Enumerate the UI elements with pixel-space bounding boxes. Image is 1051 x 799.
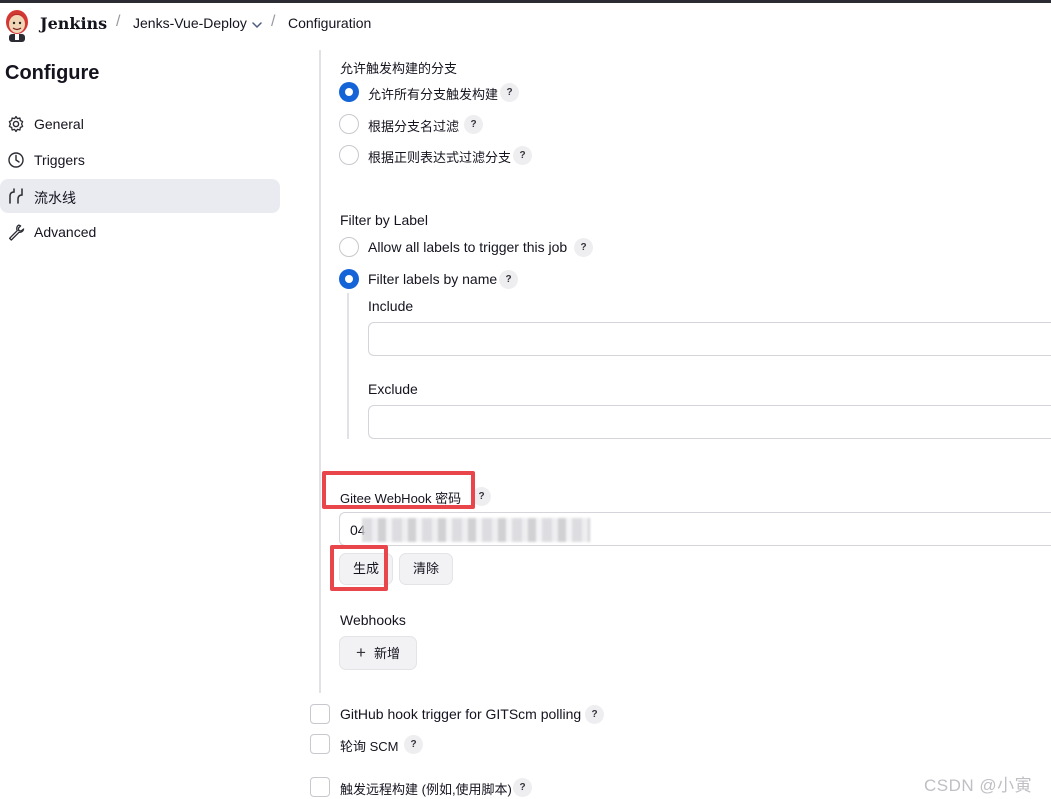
clock-icon [8, 152, 24, 168]
help-icon[interactable]: ? [513, 778, 532, 797]
sidebar-item-advanced[interactable]: Advanced [0, 215, 280, 249]
radio-branch-name-filter[interactable] [339, 114, 359, 134]
include-label: Include [368, 298, 414, 314]
add-webhook-button[interactable]: + 新增 [339, 636, 417, 670]
webhook-password-input[interactable]: 04 [339, 512, 1051, 546]
jenkins-logo-icon[interactable] [4, 9, 30, 43]
help-icon[interactable]: ? [500, 83, 519, 102]
radio-all-branches[interactable] [339, 82, 359, 102]
radio-label[interactable]: Filter labels by name [368, 271, 497, 287]
radio-label[interactable]: Allow all labels to trigger this job [368, 239, 567, 255]
annotation-highlight-box [322, 471, 475, 509]
chevron-down-icon[interactable] [250, 18, 264, 32]
clear-button[interactable]: 清除 [399, 553, 453, 585]
branch-section-title: 允许触发构建的分支 [340, 61, 458, 76]
exclude-input[interactable] [368, 405, 1051, 439]
checkbox-poll-scm[interactable] [310, 734, 330, 754]
include-input[interactable] [368, 322, 1051, 356]
checkbox-github-hook[interactable] [310, 704, 330, 724]
add-webhook-label: 新增 [373, 646, 400, 661]
breadcrumb-configuration[interactable]: Configuration [288, 15, 371, 31]
checkbox-label[interactable]: GitHub hook trigger for GITScm polling [340, 706, 581, 722]
breadcrumb-separator: / [271, 13, 276, 30]
nested-guide-line [347, 293, 349, 439]
breadcrumb-separator: / [116, 13, 121, 30]
help-icon[interactable]: ? [404, 735, 423, 754]
brand-name[interactable]: Jenkins [40, 14, 107, 33]
radio-allow-all-labels[interactable] [339, 237, 359, 257]
wrench-icon [8, 224, 25, 241]
sidebar-item-pipeline[interactable]: 流水线 [0, 179, 280, 213]
sidebar-item-triggers[interactable]: Triggers [0, 143, 280, 177]
help-icon[interactable]: ? [499, 270, 518, 289]
section-guide-line [319, 50, 321, 693]
page-title: Configure [5, 62, 100, 84]
breadcrumb-job[interactable]: Jenks-Vue-Deploy [133, 15, 247, 31]
gear-icon [8, 115, 24, 133]
watermark: CSDN @小寅 [924, 776, 1033, 795]
sidebar-item-label: General [34, 116, 84, 132]
sidebar-item-label: 流水线 [34, 190, 76, 206]
checkbox-label[interactable]: 轮询 SCM [340, 736, 399, 755]
sidebar-item-general[interactable]: General [0, 107, 280, 141]
redacted-blur [362, 518, 590, 542]
checkbox-label[interactable]: 触发远程构建 (例如,使用脚本) [340, 779, 512, 798]
help-icon[interactable]: ? [585, 705, 604, 724]
radio-label[interactable]: 根据分支名过滤 [368, 116, 459, 135]
help-icon[interactable]: ? [464, 115, 483, 134]
sidebar-item-label: Triggers [34, 152, 85, 168]
pipeline-icon [9, 188, 23, 204]
radio-regex-filter[interactable] [339, 145, 359, 165]
radio-label[interactable]: 根据正则表达式过滤分支 [368, 147, 511, 166]
checkbox-remote-trigger[interactable] [310, 777, 330, 797]
header-fade [580, 3, 1051, 50]
exclude-label: Exclude [368, 381, 418, 397]
sidebar-item-label: Advanced [34, 224, 97, 240]
label-section-title: Filter by Label [340, 212, 428, 228]
annotation-highlight-box [330, 545, 388, 591]
webhooks-label: Webhooks [340, 612, 406, 628]
radio-label[interactable]: 允许所有分支触发构建 [368, 84, 498, 103]
radio-filter-labels-by-name[interactable] [339, 269, 359, 289]
plus-icon: + [356, 643, 366, 662]
help-icon[interactable]: ? [513, 146, 532, 165]
help-icon[interactable]: ? [574, 238, 593, 257]
